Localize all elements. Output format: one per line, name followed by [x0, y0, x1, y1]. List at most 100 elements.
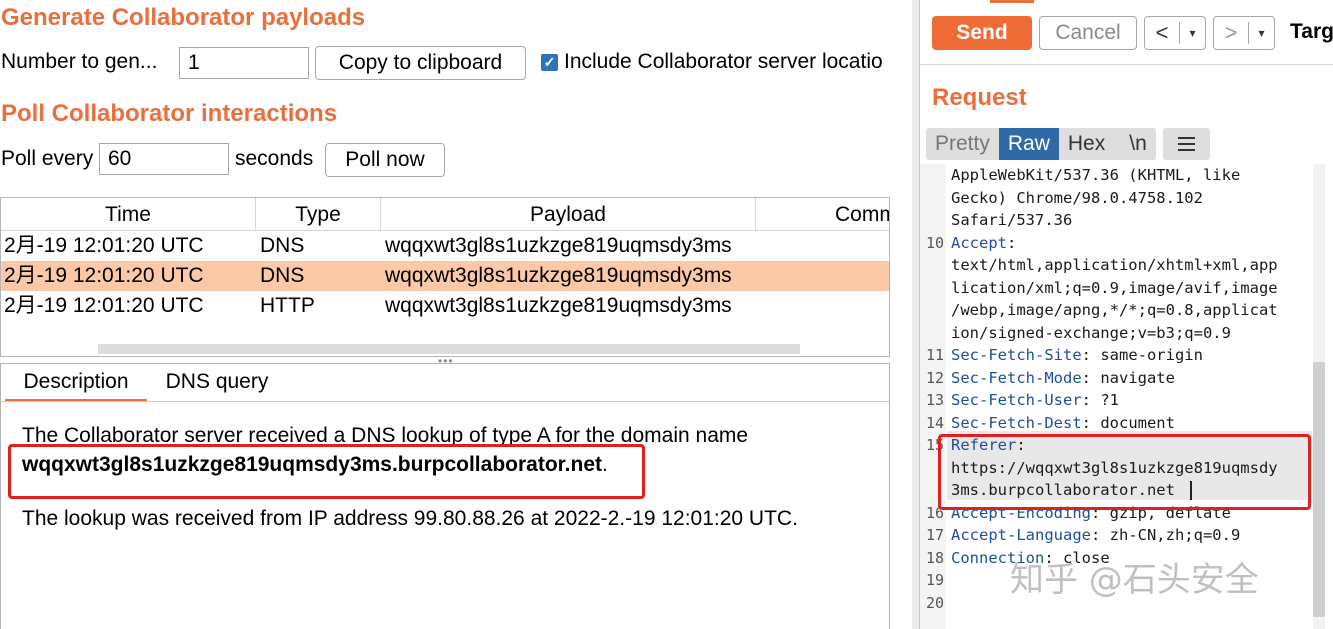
tab-divider: [1, 401, 889, 402]
tab-dns-query[interactable]: DNS query: [151, 364, 283, 402]
tab-pretty[interactable]: Pretty: [926, 128, 999, 160]
poll-section-title: Poll Collaborator interactions: [1, 100, 338, 127]
include-server-location-label: Include Collaborator server locatio: [564, 50, 883, 73]
header-value: ion/signed-exchange;v=b3;q=0.9: [951, 323, 1231, 342]
table-row[interactable]: 2月-19 12:01:20 UTC DNS wqqxwt3gl8s1uzkzg…: [1, 231, 889, 261]
code-line: Gecko) Chrome/98.0.4758.102: [951, 189, 1203, 207]
header-value: text/html,application/xhtml+xml,app: [951, 256, 1278, 274]
repeater-request-panel: Send Cancel < ▾ > ▾ Targ Request Pretty …: [919, 0, 1333, 629]
line-number: 18: [925, 548, 944, 567]
line-number: 20: [925, 593, 944, 612]
request-title: Request: [932, 84, 1027, 111]
tab-description[interactable]: Description: [5, 364, 147, 402]
watermark: 知乎 @石头安全: [1010, 560, 1259, 600]
cell-time: 2月-19 12:01:20 UTC: [4, 234, 204, 257]
back-arrow-icon: <: [1155, 20, 1169, 45]
column-header-comment[interactable]: Comm: [756, 198, 889, 231]
collaborator-client-panel: Generate Collaborator payloads Number to…: [0, 0, 912, 629]
column-header-time[interactable]: Time: [1, 198, 256, 231]
text-cursor: [1190, 481, 1192, 500]
cell-payload: wqqxwt3gl8s1uzkzge819uqmsdy3ms: [385, 234, 732, 257]
header-name: Sec-Fetch-User: [951, 391, 1082, 409]
code-line: Sec-Fetch-User: ?1: [951, 391, 1119, 409]
header-value: Safari/537.36: [951, 211, 1073, 229]
code-line: Safari/537.36: [951, 211, 1072, 229]
column-header-type[interactable]: Type: [256, 198, 381, 231]
highlight-annotation-box: [8, 444, 645, 499]
header-name: Sec-Fetch-Mode: [951, 368, 1082, 387]
line-number: 17: [925, 526, 944, 544]
code-line: Sec-Fetch-Dest: document: [951, 414, 1175, 432]
column-header-payload[interactable]: Payload: [381, 198, 756, 231]
line-number: 13: [925, 391, 944, 409]
code-line: Accept-Language: zh-CN,zh;q=0.9: [951, 526, 1240, 544]
cell-type: DNS: [260, 264, 305, 287]
line-number: 14: [925, 413, 944, 432]
number-to-generate-input[interactable]: [179, 47, 309, 79]
header-name: Sec-Fetch-Site: [951, 346, 1082, 364]
line-number: 10: [925, 233, 944, 252]
header-name: Accept-Language: [951, 526, 1091, 544]
seconds-label: seconds: [235, 147, 314, 170]
hamburger-menu-icon[interactable]: [1163, 128, 1210, 160]
code-line: Accept:: [951, 234, 1016, 252]
code-line: ion/signed-exchange;v=b3;q=0.9: [951, 324, 1231, 342]
code-line: lication/xml;q=0.9,image/avif,image: [951, 279, 1278, 297]
history-forward-button[interactable]: > ▾: [1213, 16, 1275, 50]
code-line: text/html,application/xhtml+xml,app: [951, 256, 1278, 274]
cell-time: 2月-19 12:01:20 UTC: [4, 294, 204, 317]
interactions-table: Time Type Payload Comm 2月-19 12:01:20 UT…: [0, 197, 890, 357]
line-number-gutter: 10 11 12 13 14 15 16 17 18 19 20: [920, 164, 946, 629]
chevron-down-icon[interactable]: ▾: [1180, 26, 1205, 40]
send-button[interactable]: Send: [932, 16, 1032, 50]
include-server-location-checkbox[interactable]: ✓: [541, 54, 558, 71]
tab-hex[interactable]: Hex: [1059, 128, 1114, 160]
line-number: 19: [925, 571, 944, 589]
header-value: Gecko) Chrome/98.0.4758.102: [951, 188, 1203, 207]
poll-now-button[interactable]: Poll now: [325, 143, 445, 177]
pane-divider[interactable]: [912, 0, 919, 629]
code-line: AppleWebKit/537.36 (KHTML, like: [951, 166, 1240, 184]
view-mode-tabs: Pretty Raw Hex \n: [926, 128, 1156, 160]
active-tab-accent: [990, 0, 1034, 3]
line-number: 12: [925, 368, 944, 387]
table-row[interactable]: 2月-19 12:01:20 UTC HTTP wqqxwt3gl8s1uzkz…: [1, 291, 889, 321]
tab-newline-toggle[interactable]: \n: [1120, 128, 1156, 160]
header-value: /webp,image/apng,*/*;q=0.8,applicat: [951, 301, 1278, 319]
line-number: 11: [925, 346, 944, 364]
description-line-3: The lookup was received from IP address …: [22, 507, 798, 530]
cancel-button[interactable]: Cancel: [1039, 16, 1137, 50]
cell-time: 2月-19 12:01:20 UTC: [4, 264, 204, 287]
header-name: Accept: [951, 233, 1007, 252]
header-value: : navigate: [1081, 368, 1175, 387]
target-label[interactable]: Targ: [1290, 20, 1333, 44]
header-value: : same-origin: [1081, 346, 1203, 364]
cell-payload: wqqxwt3gl8s1uzkzge819uqmsdy3ms: [385, 294, 732, 317]
generate-section-title: Generate Collaborator payloads: [1, 4, 366, 31]
code-line: Sec-Fetch-Mode: navigate: [951, 369, 1175, 387]
code-line: /webp,image/apng,*/*;q=0.8,applicat: [951, 301, 1278, 319]
cell-type: DNS: [260, 234, 305, 257]
header-value: lication/xml;q=0.9,image/avif,image: [951, 278, 1278, 297]
header-value: AppleWebKit/537.36 (KHTML, like: [951, 166, 1241, 184]
header-value: :: [1007, 233, 1017, 252]
chevron-down-icon[interactable]: ▾: [1249, 26, 1274, 40]
copy-to-clipboard-button[interactable]: Copy to clipboard: [315, 46, 526, 80]
poll-interval-input[interactable]: [99, 143, 229, 175]
table-row-selected[interactable]: 2月-19 12:01:20 UTC DNS wqqxwt3gl8s1uzkzg…: [1, 261, 889, 291]
number-to-generate-label: Number to gen...: [1, 50, 158, 73]
cell-payload: wqqxwt3gl8s1uzkzge819uqmsdy3ms: [385, 264, 732, 287]
forward-arrow-icon: >: [1224, 20, 1238, 45]
poll-every-label: Poll every: [1, 147, 94, 170]
history-back-button[interactable]: < ▾: [1144, 16, 1206, 50]
cell-type: HTTP: [260, 294, 315, 317]
header-value: : document: [1081, 413, 1175, 432]
table-horizontal-scrollbar[interactable]: [98, 344, 800, 354]
header-value: : ?1: [1081, 391, 1119, 409]
code-line: Sec-Fetch-Site: same-origin: [951, 346, 1203, 364]
referer-highlight-annotation-box: [938, 434, 1311, 510]
header-value: : zh-CN,zh;q=0.9: [1090, 526, 1241, 544]
tab-raw[interactable]: Raw: [998, 128, 1059, 160]
editor-scrollbar-thumb[interactable]: [1313, 362, 1325, 617]
header-name: Sec-Fetch-Dest: [951, 413, 1082, 432]
